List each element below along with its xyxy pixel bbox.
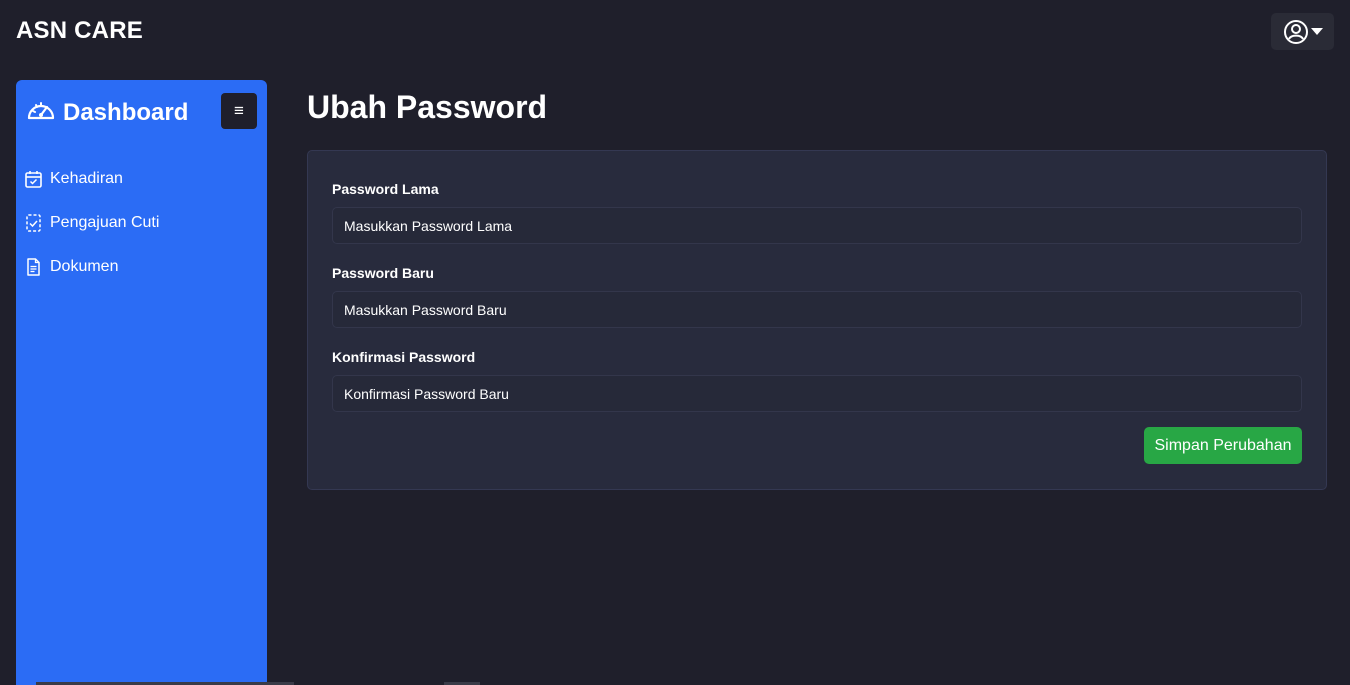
sidebar-item-label: Pengajuan Cuti bbox=[50, 214, 160, 231]
caret-down-icon bbox=[1310, 27, 1323, 36]
sidebar-item-pengajuan-cuti[interactable]: Pengajuan Cuti bbox=[25, 214, 159, 232]
sidebar: Dashboard ≡ Kehadiran Pengajuan Cuti Dok… bbox=[16, 80, 267, 685]
sidebar-item-label: Kehadiran bbox=[50, 170, 123, 187]
sidebar-dashboard-link[interactable]: Dashboard bbox=[26, 98, 188, 127]
menu-icon: ≡ bbox=[234, 101, 244, 120]
new-password-label: Password Baru bbox=[332, 265, 434, 281]
sidebar-toggle-button[interactable]: ≡ bbox=[221, 93, 257, 129]
checklist-icon bbox=[25, 214, 42, 232]
calendar-check-icon bbox=[25, 170, 42, 188]
sidebar-item-kehadiran[interactable]: Kehadiran bbox=[25, 170, 123, 188]
new-password-input[interactable] bbox=[332, 291, 1302, 328]
confirm-password-label: Konfirmasi Password bbox=[332, 349, 476, 365]
sidebar-item-dokumen[interactable]: Dokumen bbox=[25, 258, 118, 276]
page-title: Ubah Password bbox=[307, 89, 548, 125]
sidebar-title: Dashboard bbox=[63, 98, 189, 126]
save-changes-button[interactable]: Simpan Perubahan bbox=[1144, 427, 1302, 464]
document-icon bbox=[25, 258, 42, 276]
user-menu-button[interactable] bbox=[1271, 13, 1334, 50]
old-password-label: Password Lama bbox=[332, 181, 439, 197]
change-password-form: Password Lama Password Baru Konfirmasi P… bbox=[307, 150, 1327, 490]
old-password-input[interactable] bbox=[332, 207, 1302, 244]
top-navbar: ASN CARE bbox=[0, 0, 1350, 64]
confirm-password-input[interactable] bbox=[332, 375, 1302, 412]
sidebar-item-label: Dokumen bbox=[50, 258, 119, 275]
speedometer-icon bbox=[26, 98, 56, 127]
brand-title[interactable]: ASN CARE bbox=[16, 17, 143, 45]
user-circle-icon bbox=[1283, 19, 1309, 45]
